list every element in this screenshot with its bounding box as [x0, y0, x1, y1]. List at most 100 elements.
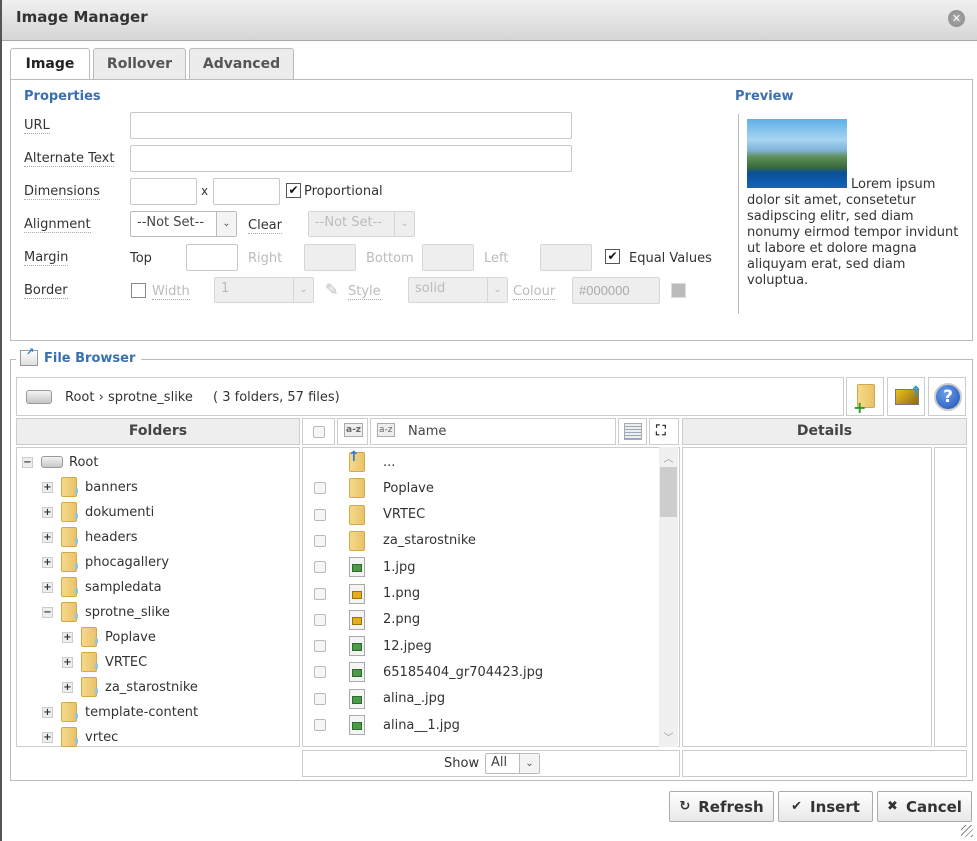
show-select[interactable]: All ⌄ — [485, 753, 540, 774]
file-checkbox[interactable] — [314, 640, 326, 653]
view-details-button[interactable] — [618, 418, 647, 445]
file-list-item[interactable]: 1.jpg — [302, 554, 658, 580]
tree-item[interactable]: + dokumenti — [42, 501, 154, 523]
scroll-down-icon[interactable]: ﹀ — [659, 729, 678, 744]
expand-icon[interactable]: + — [62, 681, 73, 693]
colour-picker-icon[interactable] — [671, 283, 686, 298]
refresh-button[interactable]: ↻ Refresh — [669, 791, 774, 822]
file-list-item[interactable]: alina__1.jpg — [302, 712, 658, 738]
tree-item[interactable]: − sprotne_slike — [42, 601, 170, 623]
url-input[interactable] — [130, 112, 572, 139]
scroll-up-icon[interactable]: ︿ — [659, 450, 678, 465]
sort-by-name-header[interactable]: a-z Name — [370, 418, 616, 445]
file-checkbox[interactable] — [314, 587, 326, 600]
file-checkbox[interactable] — [314, 613, 326, 626]
margin-bottom-input[interactable] — [422, 244, 474, 271]
file-list-item[interactable]: alina_.jpg — [302, 686, 658, 712]
collapse-icon[interactable]: − — [22, 456, 33, 468]
file-list-item[interactable]: za_starostnike — [302, 528, 658, 554]
margin-right-label: Right — [248, 251, 283, 266]
new-folder-button[interactable]: + — [846, 377, 884, 417]
file-list-item[interactable]: Poplave — [302, 475, 658, 501]
select-all-checkbox[interactable] — [313, 426, 325, 438]
file-checkbox[interactable] — [314, 534, 326, 547]
details-pane — [682, 447, 932, 747]
close-icon[interactable]: ✕ — [948, 10, 965, 27]
margin-right-input[interactable] — [304, 244, 356, 271]
border-colour-label: Colour — [513, 284, 556, 300]
border-colour-input[interactable] — [572, 277, 660, 304]
expand-icon[interactable]: + — [42, 581, 53, 593]
help-button[interactable]: ? — [928, 377, 966, 416]
file-checkbox[interactable] — [314, 561, 326, 574]
upload-button[interactable]: ↑ — [887, 377, 925, 416]
tree-item[interactable]: + vrtec — [42, 726, 118, 748]
border-checkbox[interactable] — [131, 283, 146, 298]
details-view-icon — [624, 423, 642, 440]
clear-select[interactable]: --Not Set-- ⌄ — [308, 211, 415, 237]
tree-item[interactable]: + template-content — [42, 701, 198, 723]
border-style-value: solid — [415, 281, 446, 296]
expand-icon[interactable]: + — [42, 706, 53, 718]
tree-item[interactable]: + VRTEC — [62, 651, 147, 673]
tab-rollover[interactable]: Rollover — [93, 48, 186, 79]
tree-item[interactable]: − Root — [22, 451, 98, 473]
file-list-item[interactable]: 2.png — [302, 607, 658, 633]
breadcrumb-root[interactable]: Root — [65, 390, 94, 405]
file-checkbox[interactable] — [314, 666, 326, 679]
file-checkbox[interactable] — [314, 692, 326, 705]
border-style-select[interactable]: solid ⌄ — [408, 277, 508, 303]
sort-by-type-button[interactable]: a-z — [337, 418, 368, 445]
file-checkbox[interactable] — [314, 719, 326, 731]
expand-icon[interactable]: + — [42, 731, 53, 743]
insert-button[interactable]: ✔ Insert — [778, 791, 873, 822]
tab-image[interactable]: Image — [10, 48, 90, 80]
tree-item[interactable]: + Poplave — [62, 626, 156, 648]
resize-grip[interactable] — [961, 825, 973, 837]
tree-item-label: vrtec — [85, 729, 119, 745]
select-all-cell — [302, 418, 335, 445]
properties-heading: Properties — [24, 89, 101, 104]
border-width-select[interactable]: 1 ⌄ — [214, 277, 314, 303]
tree-item[interactable]: + za_starostnike — [62, 676, 198, 698]
tree-item-label: phocagallery — [85, 554, 170, 570]
expand-icon[interactable]: + — [42, 481, 53, 493]
file-name: Poplave — [383, 480, 434, 496]
expand-icon[interactable]: + — [62, 656, 73, 668]
expand-icon[interactable]: + — [42, 556, 53, 568]
tab-advanced[interactable]: Advanced — [189, 48, 294, 79]
file-checkbox[interactable] — [314, 482, 326, 495]
margin-top-input[interactable] — [186, 244, 238, 271]
height-input[interactable] — [213, 178, 280, 205]
alt-text-input[interactable] — [130, 145, 572, 172]
tree-item[interactable]: + sampledata — [42, 576, 162, 598]
width-input[interactable] — [130, 178, 197, 205]
scrollbar-thumb[interactable] — [660, 467, 677, 517]
equal-values-checkbox[interactable]: ✔ — [605, 249, 620, 264]
expand-icon[interactable]: + — [42, 531, 53, 543]
show-value: All — [491, 755, 508, 770]
file-list-item[interactable]: ... — [302, 449, 658, 475]
margin-left-label: Left — [484, 251, 509, 266]
expand-icon[interactable]: + — [62, 631, 73, 643]
folder-icon — [61, 602, 78, 622]
margin-left-input[interactable] — [540, 244, 592, 271]
search-button[interactable]: ⛶ — [649, 418, 679, 445]
dialog-title: Image Manager — [16, 8, 148, 26]
tree-item[interactable]: + phocagallery — [42, 551, 169, 573]
alignment-select[interactable]: --Not Set-- ⌄ — [130, 211, 237, 237]
file-list-item[interactable]: VRTEC — [302, 502, 658, 528]
file-list-scrollbar[interactable]: ︿ ﹀ — [659, 447, 678, 747]
expand-icon[interactable]: + — [42, 506, 53, 518]
file-list-item[interactable]: 65185404_gr704423.jpg — [302, 659, 658, 685]
tree-item[interactable]: + banners — [42, 476, 138, 498]
folder-icon — [61, 552, 78, 572]
file-checkbox[interactable] — [314, 508, 326, 521]
file-list-item[interactable]: 12.jpeg — [302, 633, 658, 659]
collapse-icon[interactable]: − — [42, 606, 53, 618]
cancel-button[interactable]: ✖ Cancel — [877, 791, 972, 822]
breadcrumb-current[interactable]: sprotne_slike — [108, 390, 193, 405]
proportional-checkbox[interactable]: ✔ — [286, 183, 301, 198]
file-list-item[interactable]: 1.png — [302, 581, 658, 607]
tree-item[interactable]: + headers — [42, 526, 138, 548]
